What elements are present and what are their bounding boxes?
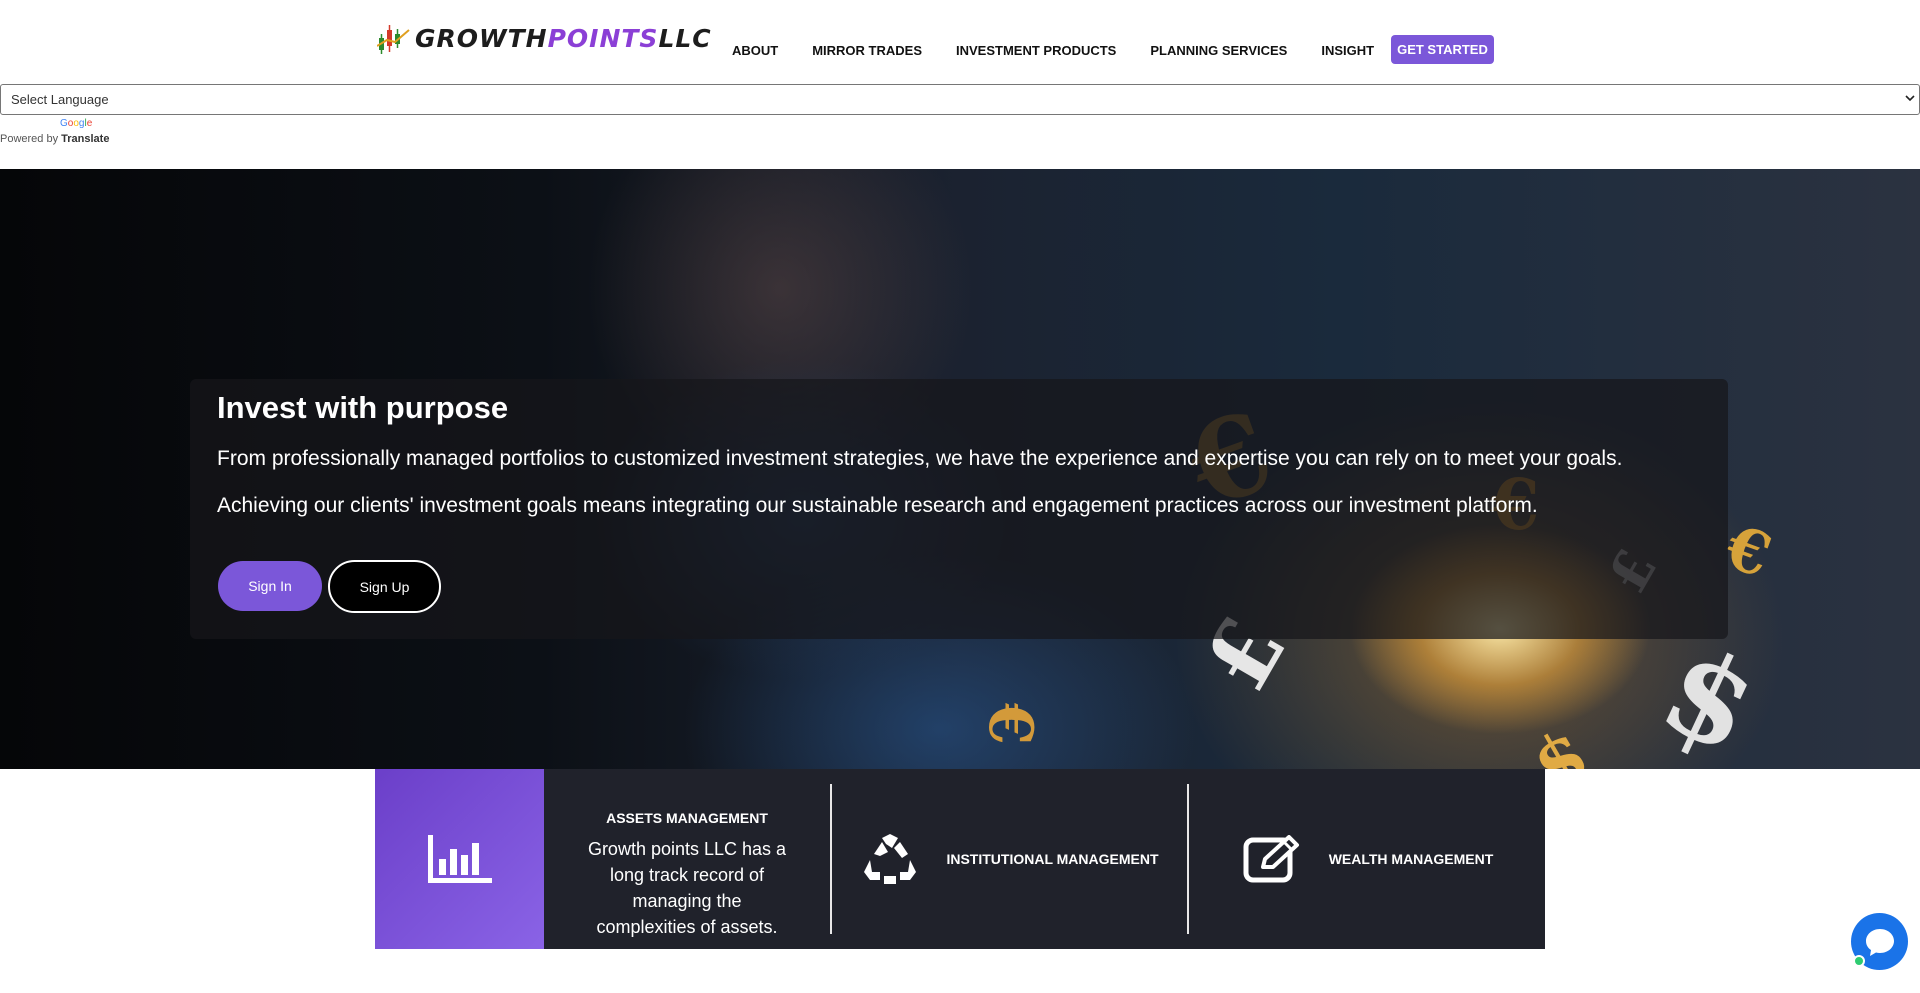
- nav-item-about[interactable]: ABOUT: [732, 43, 778, 58]
- brand-name-part1: GROWTH: [415, 23, 548, 53]
- nav-item-investment-products[interactable]: INVESTMENT PRODUCTS: [956, 43, 1116, 58]
- translate-link[interactable]: Translate: [61, 133, 109, 145]
- language-select-value: Select Language: [11, 92, 109, 107]
- hero-section: € € € € £ £ $ $ Invest with purpose From…: [0, 169, 1920, 769]
- institutional-management-card[interactable]: INSTITUTIONAL MANAGEMENT: [832, 769, 1189, 949]
- powered-by-label: Powered by: [0, 133, 59, 145]
- site-header: GROWTHPOINTSLLC ABOUT MIRROR TRADES INVE…: [0, 0, 1920, 84]
- nav-item-mirror-trades[interactable]: MIRROR TRADES: [812, 43, 922, 58]
- euro-coin-icon: €: [975, 703, 1045, 745]
- edit-icon: [1243, 835, 1299, 883]
- recycle-icon: [864, 834, 917, 884]
- brand-name: GROWTHPOINTSLLC: [415, 24, 712, 53]
- sign-up-button[interactable]: Sign Up: [328, 560, 441, 613]
- google-logo-text: Google: [60, 118, 93, 129]
- feature-divider: [1187, 784, 1189, 934]
- hero-paragraph-2: Achieving our clients' investment goals …: [217, 494, 1538, 517]
- bar-chart-icon: [427, 835, 492, 883]
- language-select[interactable]: Select Language: [0, 84, 1920, 115]
- assets-management-description: Growth points LLC has a long track recor…: [587, 839, 787, 937]
- sign-in-button[interactable]: Sign In: [218, 561, 322, 611]
- dollar-coin-icon: $: [1518, 710, 1602, 769]
- main-nav: ABOUT MIRROR TRADES INVESTMENT PRODUCTS …: [732, 35, 1494, 64]
- wealth-management-title: WEALTH MANAGEMENT: [1328, 851, 1494, 867]
- get-started-button[interactable]: GET STARTED: [1391, 35, 1494, 64]
- brand-logo[interactable]: GROWTHPOINTSLLC: [376, 20, 712, 56]
- services-strip: ASSETS MANAGEMENT Growth points LLC has …: [375, 769, 1545, 949]
- chevron-down-icon: [1905, 95, 1915, 102]
- assets-management-card[interactable]: ASSETS MANAGEMENT Growth points LLC has …: [544, 769, 830, 949]
- powered-by-translate: Powered by Translate: [0, 133, 109, 145]
- brand-name-part3: LLC: [658, 23, 712, 53]
- nav-item-planning-services[interactable]: PLANNING SERVICES: [1150, 43, 1287, 58]
- logo-candlestick-icon: [376, 20, 411, 56]
- assets-icon-box: [375, 769, 544, 949]
- assets-management-title: ASSETS MANAGEMENT: [606, 810, 768, 826]
- brand-name-part2: POINTS: [547, 23, 659, 53]
- institutional-management-title: INSTITUTIONAL MANAGEMENT: [946, 851, 1159, 867]
- hero-title: Invest with purpose: [217, 390, 509, 425]
- wealth-management-card[interactable]: WEALTH MANAGEMENT: [1191, 769, 1545, 949]
- dollar-coin-icon: $: [1642, 617, 1778, 769]
- nav-item-insight[interactable]: INSIGHT: [1321, 43, 1374, 58]
- hero-paragraph-1: From professionally managed portfolios t…: [217, 447, 1623, 470]
- online-status-dot: [1853, 955, 1865, 967]
- chat-bubble-icon: [1865, 928, 1894, 956]
